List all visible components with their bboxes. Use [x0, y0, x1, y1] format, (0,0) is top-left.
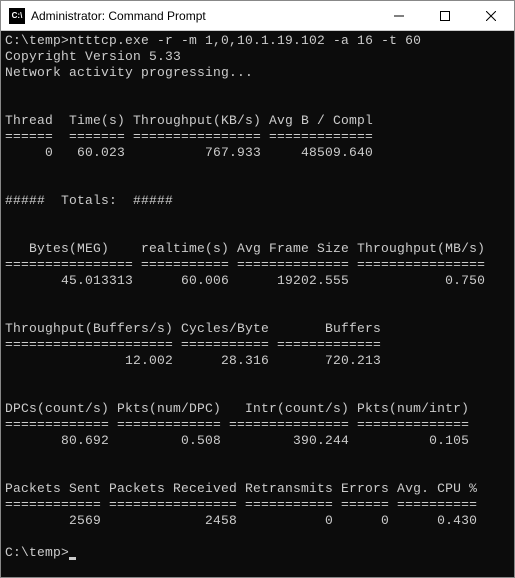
minimize-icon — [394, 11, 404, 21]
window-controls — [376, 1, 514, 31]
table3-header: Throughput(Buffers/s) Cycles/Byte Buffer… — [5, 321, 381, 336]
totals-label: ##### Totals: ##### — [5, 193, 173, 208]
prompt: C:\temp> — [5, 545, 69, 560]
minimize-button[interactable] — [376, 1, 422, 31]
progress-line: Network activity progressing... — [5, 65, 253, 80]
table1-header: Thread Time(s) Throughput(KB/s) Avg B / … — [5, 113, 373, 128]
table1-row: 0 60.023 767.933 48509.640 — [5, 145, 373, 160]
table2-row: 45.013313 60.006 19202.555 0.750 — [5, 273, 485, 288]
terminal-output[interactable]: C:\temp>ntttcp.exe -r -m 1,0,10.1.19.102… — [1, 31, 514, 577]
titlebar[interactable]: C:\ Administrator: Command Prompt — [1, 1, 514, 31]
maximize-button[interactable] — [422, 1, 468, 31]
table3-sep: ===================== =========== ======… — [5, 337, 381, 352]
command-text: ntttcp.exe -r -m 1,0,10.1.19.102 -a 16 -… — [69, 33, 421, 48]
table2-sep: ================ =========== ===========… — [5, 257, 485, 272]
close-icon — [486, 11, 496, 21]
table1-sep: ====== ======= ================ ========… — [5, 129, 373, 144]
table4-sep: ============= ============= ============… — [5, 417, 469, 432]
prompt: C:\temp> — [5, 33, 69, 48]
close-button[interactable] — [468, 1, 514, 31]
window-title: Administrator: Command Prompt — [31, 9, 376, 23]
maximize-icon — [440, 11, 450, 21]
table2-header: Bytes(MEG) realtime(s) Avg Frame Size Th… — [5, 241, 485, 256]
table3-row: 12.002 28.316 720.213 — [5, 353, 381, 368]
cmd-window: C:\ Administrator: Command Prompt C:\tem… — [0, 0, 515, 578]
table4-row: 80.692 0.508 390.244 0.105 — [5, 433, 469, 448]
table5-row: 2569 2458 0 0 0.430 — [5, 513, 477, 528]
table4-header: DPCs(count/s) Pkts(num/DPC) Intr(count/s… — [5, 401, 469, 416]
cmd-icon: C:\ — [9, 8, 25, 24]
cursor — [69, 557, 76, 560]
table5-sep: ============ ================ ==========… — [5, 497, 477, 512]
copyright-line: Copyright Version 5.33 — [5, 49, 181, 64]
table5-header: Packets Sent Packets Received Retransmit… — [5, 481, 477, 496]
